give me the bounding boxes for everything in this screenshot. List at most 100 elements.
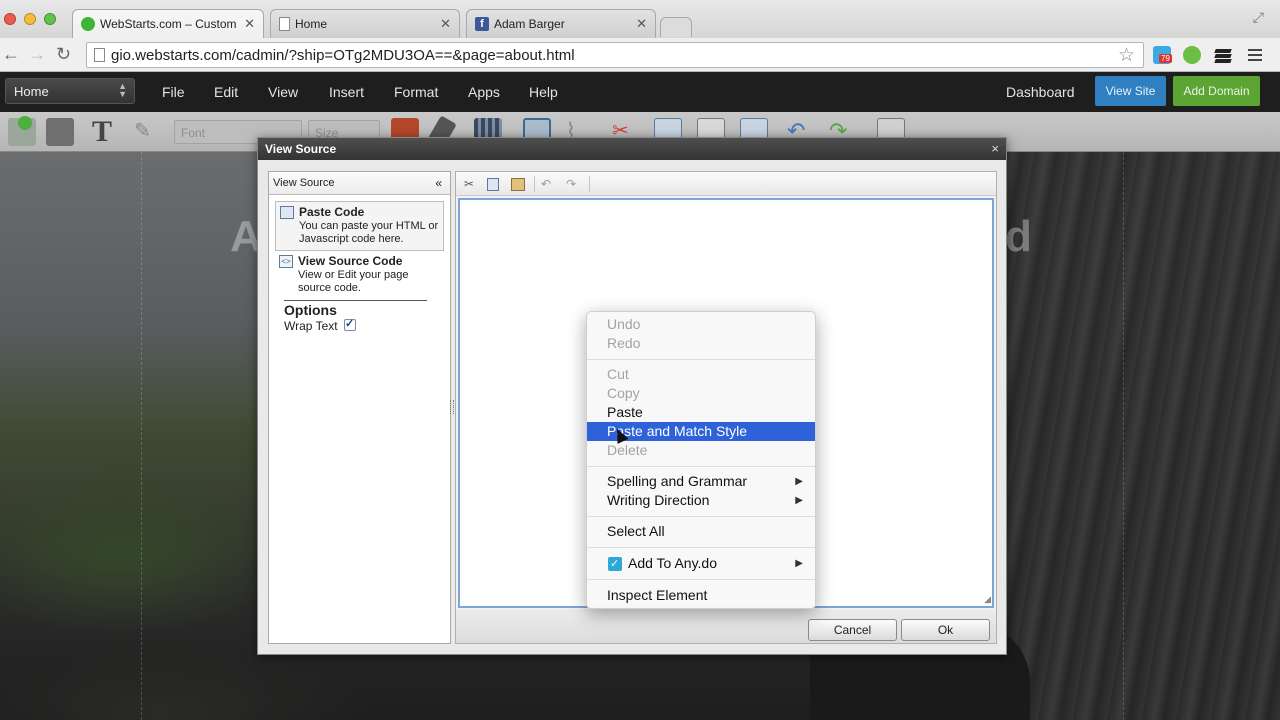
wrap-text-label: Wrap Text xyxy=(284,319,338,333)
fullscreen-icon[interactable]: ⤢ xyxy=(1253,9,1264,26)
toolbar-separator xyxy=(589,176,590,192)
options-heading: Options xyxy=(284,302,337,318)
tab-title: WebStarts.com – Custom W xyxy=(100,17,239,31)
menu-item-paste[interactable]: Paste xyxy=(587,403,815,422)
collapse-icon[interactable]: « xyxy=(435,176,442,190)
tree-trunk-image xyxy=(1000,152,1280,720)
tab-home[interactable]: Home ✕ xyxy=(270,9,460,38)
menu-item-writing-direction[interactable]: Writing Direction ▶ xyxy=(587,491,815,510)
copy-icon[interactable] xyxy=(487,178,499,191)
reload-icon[interactable]: ↻ xyxy=(56,44,71,65)
page-select-value: Home xyxy=(14,84,49,99)
tab-close-icon[interactable]: ✕ xyxy=(636,16,647,32)
menu-help[interactable]: Help xyxy=(529,84,558,100)
forward-arrow-icon[interactable]: → xyxy=(28,44,46,65)
dashboard-link[interactable]: Dashboard xyxy=(1006,84,1075,100)
ok-button[interactable]: Ok xyxy=(901,619,990,641)
menu-item-delete[interactable]: Delete xyxy=(587,441,815,460)
submenu-arrow-icon: ▶ xyxy=(795,495,803,506)
menu-edit[interactable]: Edit xyxy=(214,84,238,100)
close-icon[interactable]: × xyxy=(991,141,999,156)
cut-icon[interactable]: ✂ xyxy=(464,177,474,191)
tab-webstarts[interactable]: WebStarts.com – Custom W ✕ xyxy=(72,9,264,38)
dialog-footer: Cancel Ok xyxy=(456,609,996,643)
code-icon: <> xyxy=(279,255,293,268)
zoom-window-icon[interactable] xyxy=(44,13,56,25)
submenu-arrow-icon: ▶ xyxy=(795,476,803,487)
page-icon xyxy=(94,48,105,62)
menu-item-inspect-element[interactable]: Inspect Element xyxy=(587,586,815,605)
minimize-window-icon[interactable] xyxy=(24,13,36,25)
menu-item-undo[interactable]: Undo xyxy=(587,315,815,334)
extension-badge: 79 xyxy=(1159,54,1172,63)
option-title: View Source Code xyxy=(298,254,403,268)
checkmark-icon: ✓ xyxy=(345,318,355,330)
tab-title: Adam Barger xyxy=(494,17,565,31)
view-source-code-option[interactable]: <> View Source Code View or Edit your pa… xyxy=(275,251,444,299)
menu-item-cut[interactable]: Cut xyxy=(587,365,815,384)
wrap-text-checkbox[interactable]: ✓ xyxy=(344,318,356,331)
menu-apps[interactable]: Apps xyxy=(468,84,500,100)
sidebar-header-title: View Source xyxy=(273,177,335,189)
option-description: You can paste your HTML or Javascript co… xyxy=(299,220,439,245)
dialog-title: View Source xyxy=(265,142,337,156)
anydo-checkbox-icon: ✓ xyxy=(608,557,622,571)
menu-item-add-to-anydo[interactable]: ✓ Add To Any.do ▶ xyxy=(587,554,815,573)
menu-insert[interactable]: Insert xyxy=(329,84,364,100)
green-circle-icon xyxy=(81,17,95,31)
paste-code-option[interactable]: Paste Code You can paste your HTML or Ja… xyxy=(275,201,444,251)
layout-guide xyxy=(141,152,142,720)
url-text: gio.webstarts.com/cadmin/?ship=OTg2MDU3O… xyxy=(111,46,575,64)
menu-item-label: Add To Any.do xyxy=(628,555,717,571)
menu-separator xyxy=(587,466,815,467)
option-title: Paste Code xyxy=(299,205,365,219)
menu-separator xyxy=(587,359,815,360)
save-icon[interactable] xyxy=(46,118,74,146)
panel-splitter-handle[interactable] xyxy=(450,400,454,414)
new-tab-button[interactable] xyxy=(660,17,692,37)
add-page-icon[interactable] xyxy=(8,116,36,146)
tab-facebook[interactable]: f Adam Barger ✕ xyxy=(466,9,656,38)
paste-icon[interactable] xyxy=(511,178,525,191)
menu-item-label: Writing Direction xyxy=(607,492,710,508)
chrome-menu-icon[interactable] xyxy=(1246,46,1264,64)
hero-heading-fragment: d xyxy=(1005,212,1032,261)
toolbar-separator xyxy=(534,176,535,192)
view-site-button[interactable]: View Site xyxy=(1095,76,1166,106)
view-source-sidebar: View Source « Paste Code You can paste y… xyxy=(268,171,451,644)
menu-separator xyxy=(587,547,815,548)
bookmark-star-icon[interactable]: ☆ xyxy=(1118,44,1135,67)
menu-file[interactable]: File xyxy=(162,84,185,100)
sidebar-header: View Source « xyxy=(269,172,450,195)
address-bar[interactable]: gio.webstarts.com/cadmin/?ship=OTg2MDU3O… xyxy=(86,42,1144,68)
add-domain-button[interactable]: Add Domain xyxy=(1173,76,1260,106)
tab-close-icon[interactable]: ✕ xyxy=(440,16,451,32)
tab-title: Home xyxy=(295,17,328,31)
menu-separator xyxy=(587,516,815,517)
extension-anydo-icon[interactable]: 79 xyxy=(1153,46,1172,64)
menu-item-spelling-and-grammar[interactable]: Spelling and Grammar ▶ xyxy=(587,472,815,491)
resize-grip-icon[interactable]: ◢ xyxy=(984,594,991,605)
cancel-button[interactable]: Cancel xyxy=(808,619,897,641)
back-arrow-icon[interactable]: ← xyxy=(2,44,20,65)
menu-item-redo[interactable]: Redo xyxy=(587,334,815,353)
brush-icon[interactable]: ✎ xyxy=(134,118,162,146)
extension-evernote-icon[interactable] xyxy=(1183,46,1201,64)
menu-item-select-all[interactable]: Select All xyxy=(587,522,815,541)
page-select[interactable]: Home ▲ ▼ xyxy=(5,78,135,104)
menu-view[interactable]: View xyxy=(268,84,298,100)
redo-icon[interactable]: ↷ xyxy=(566,177,576,191)
paste-code-icon xyxy=(280,206,294,219)
browser-toolbar: ← → ↻ gio.webstarts.com/cadmin/?ship=OTg… xyxy=(0,38,1280,72)
browser-tabstrip: WebStarts.com – Custom W ✕ Home ✕ f Adam… xyxy=(0,0,1280,38)
menu-format[interactable]: Format xyxy=(394,84,438,100)
text-icon[interactable]: T xyxy=(92,117,120,147)
close-window-icon[interactable] xyxy=(4,13,16,25)
menu-item-copy[interactable]: Copy xyxy=(587,384,815,403)
undo-icon[interactable]: ↶ xyxy=(541,177,551,191)
tab-close-icon[interactable]: ✕ xyxy=(244,16,255,32)
layers-icon[interactable] xyxy=(1214,46,1232,64)
divider xyxy=(284,300,427,301)
option-description: View or Edit your page source code. xyxy=(298,269,409,294)
updown-arrows-icon: ▲ ▼ xyxy=(118,81,127,99)
